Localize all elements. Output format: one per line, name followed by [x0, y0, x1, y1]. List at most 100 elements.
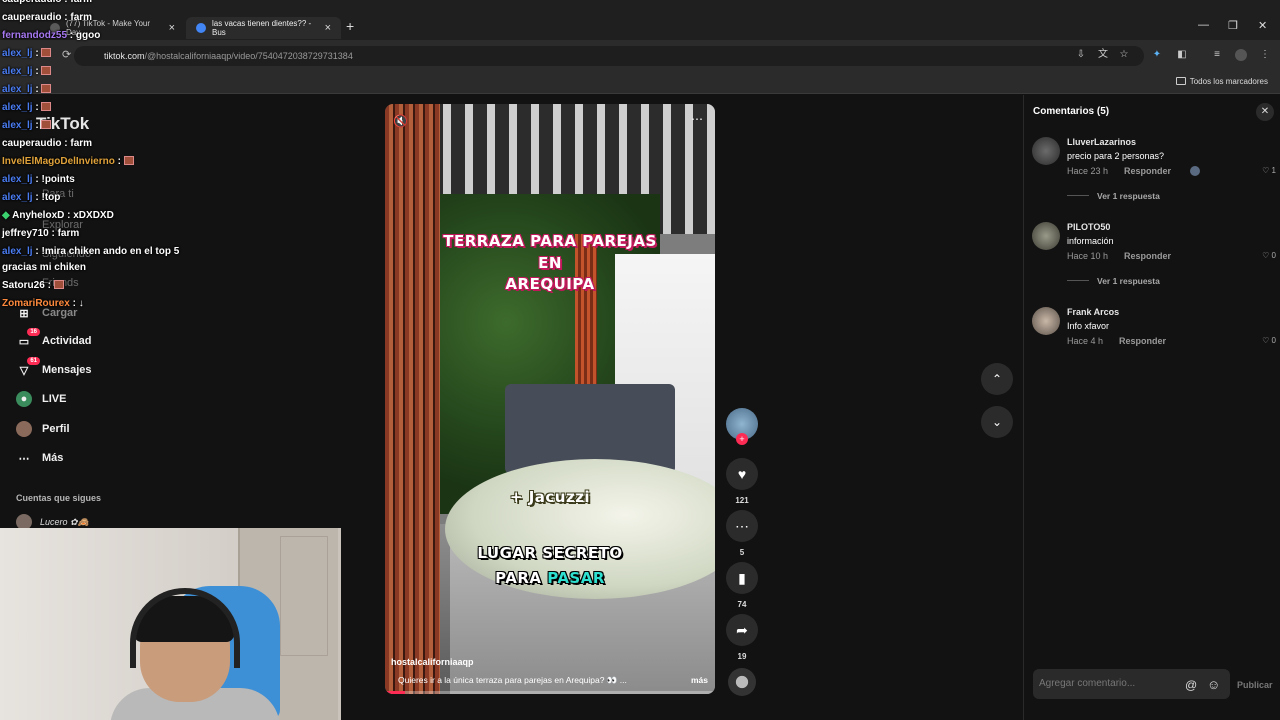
more-dots-icon: ⋯: [18, 452, 30, 465]
folder-icon: [1175, 77, 1186, 85]
chat-line: alex_lj :: [2, 66, 52, 77]
nav-label: Actividad: [42, 335, 92, 347]
chat-line: alex_lj :: [2, 48, 52, 59]
emote-icon: [41, 120, 52, 129]
comment-user[interactable]: PILOTO50: [1067, 222, 1110, 232]
live-icon: ●: [16, 391, 32, 407]
follow-plus-icon[interactable]: +: [736, 433, 748, 445]
video-description-text: Quieres ir a la única terraza para parej…: [398, 675, 627, 685]
comment-input[interactable]: Agregar comentario...: [1033, 669, 1230, 699]
comment-like-button[interactable]: ♡ 1: [1262, 166, 1276, 175]
chat-line: fernandodz55 : ggoo: [2, 30, 101, 41]
save-count: 74: [737, 600, 747, 609]
video-caption-title: TERRAZA PARA PAREJAS: [443, 232, 657, 250]
video-progress-bar[interactable]: [385, 691, 715, 694]
comment-button[interactable]: ⋯ 5: [726, 510, 758, 557]
close-tab-icon[interactable]: ×: [325, 22, 331, 34]
video-author[interactable]: hostalcaliforniaaqp: [391, 657, 474, 667]
close-icon[interactable]: ✕: [1256, 103, 1274, 121]
comment-user[interactable]: Frank Arcos: [1067, 307, 1119, 317]
nav-mensajes[interactable]: ▽ 61 Mensajes: [16, 357, 92, 381]
emote-icon: [41, 66, 52, 75]
chat-line: cauperaudio : farm: [2, 138, 93, 149]
view-replies-button[interactable]: Ver 1 respuesta: [1067, 276, 1160, 286]
heart-outline-icon: ♡: [1262, 336, 1270, 345]
screen: (77) TikTok - Make Your Day × las vacas …: [0, 0, 1280, 720]
video-caption-jacuzzi: + Jacuzzi: [509, 488, 591, 506]
close-tab-icon[interactable]: ×: [169, 22, 175, 34]
emote-icon: [41, 102, 52, 111]
more-dots-icon[interactable]: ⋯: [691, 112, 703, 126]
all-bookmarks-button[interactable]: Todos los marcadores: [1175, 77, 1268, 86]
video-description: Quieres ir a la única terraza para parej…: [398, 675, 708, 686]
media-control-icon[interactable]: ≡: [1211, 49, 1223, 61]
emoji-icon[interactable]: ☺: [1207, 677, 1220, 692]
view-replies-button[interactable]: Ver 1 respuesta: [1067, 191, 1160, 201]
comment-user[interactable]: LluverLazarinos: [1067, 137, 1136, 147]
chat-line: jeffrey710 : farm: [2, 228, 80, 239]
avatar[interactable]: [1032, 307, 1060, 335]
publish-button[interactable]: Publicar: [1237, 680, 1273, 690]
nav-actividad[interactable]: ▭ 16 Actividad: [16, 328, 92, 352]
comment-like-button[interactable]: ♡ 0: [1262, 336, 1276, 345]
more-link[interactable]: más: [691, 675, 708, 685]
mute-icon[interactable]: 🔇: [393, 114, 408, 128]
nav-label: Perfil: [42, 423, 70, 435]
chat-line: alex_lj : !top: [2, 192, 61, 203]
extension-icon[interactable]: ✦: [1151, 49, 1163, 61]
next-video-button[interactable]: ⌄: [981, 406, 1013, 438]
avatar[interactable]: [1032, 222, 1060, 250]
reply-button[interactable]: Responder: [1124, 166, 1171, 176]
extensions-puzzle-icon[interactable]: ◧: [1176, 49, 1188, 61]
restore-icon[interactable]: ❐: [1228, 19, 1238, 32]
nav-label: Mensajes: [42, 364, 92, 376]
reload-icon[interactable]: ⟳: [62, 48, 71, 61]
profile-avatar[interactable]: [1235, 49, 1247, 61]
reply-button[interactable]: Responder: [1119, 336, 1166, 346]
minimize-icon[interactable]: —: [1198, 19, 1209, 31]
webcam-overlay: [0, 528, 341, 720]
following-title: Cuentas que sigues: [16, 493, 102, 503]
comment-meta: Hace 23 h Responder: [1067, 166, 1172, 176]
emote-icon: [41, 84, 52, 93]
previous-video-button[interactable]: ⌃: [981, 363, 1013, 395]
install-app-icon[interactable]: ⇩: [1075, 49, 1087, 61]
comment-meta: Hace 4 h Responder: [1067, 336, 1167, 346]
browser-toolbar: ⟳ tiktok.com/@hostalcaliforniaaqp/video/…: [0, 40, 1280, 72]
new-tab-button[interactable]: +: [346, 18, 354, 34]
emote-icon: [41, 48, 52, 57]
menu-kebab-icon[interactable]: ⋮: [1259, 49, 1271, 61]
bookmark-star-icon[interactable]: ☆: [1118, 49, 1130, 61]
chevron-down-icon: ⌄: [991, 415, 1003, 429]
comment-like-button[interactable]: ♡ 0: [1262, 251, 1276, 260]
like-button[interactable]: ♥ 121: [726, 458, 758, 505]
video-caption-bottom: LUGAR SECRETO: [477, 544, 623, 562]
translate-icon[interactable]: 文: [1097, 49, 1109, 61]
window-close-icon[interactable]: ✕: [1258, 19, 1267, 32]
send-icon: ▽ 61: [16, 357, 40, 378]
save-button[interactable]: ▮ 74: [726, 562, 758, 609]
share-button[interactable]: ➦ 19: [726, 614, 758, 661]
nav-mas[interactable]: ⋯ Más: [16, 447, 64, 469]
comment-count: 5: [739, 548, 745, 557]
url-path: /@hostalcaliforniaaqp/video/754047203872…: [144, 51, 353, 61]
nav-perfil[interactable]: Perfil: [16, 418, 70, 440]
address-bar[interactable]: tiktok.com/@hostalcaliforniaaqp/video/75…: [74, 46, 1144, 66]
tab-search[interactable]: las vacas tienen dientes?? - Bus ×: [186, 17, 341, 39]
bookmark-icon: ▮: [726, 562, 758, 594]
video-player[interactable]: TERRAZA PARA PAREJAS EN AREQUIPA + Jacuz…: [385, 104, 715, 694]
comments-title: Comentarios (5): [1033, 106, 1110, 117]
avatar[interactable]: [1032, 137, 1060, 165]
nav-live[interactable]: ● LIVE: [16, 388, 66, 410]
heart-outline-icon: ♡: [1262, 166, 1270, 175]
share-count: 19: [737, 652, 747, 661]
google-favicon-icon: [196, 23, 206, 33]
mention-icon[interactable]: @: [1185, 678, 1197, 692]
creator-liked-avatar: [1190, 166, 1200, 176]
chat-line: Satoru26 :: [2, 280, 64, 291]
reply-button[interactable]: Responder: [1124, 251, 1171, 261]
music-disc-icon[interactable]: [728, 668, 756, 696]
browser-tab-bar: (77) TikTok - Make Your Day × las vacas …: [0, 0, 1280, 40]
activity-badge: 16: [27, 328, 40, 336]
creator-avatar[interactable]: +: [726, 408, 758, 445]
